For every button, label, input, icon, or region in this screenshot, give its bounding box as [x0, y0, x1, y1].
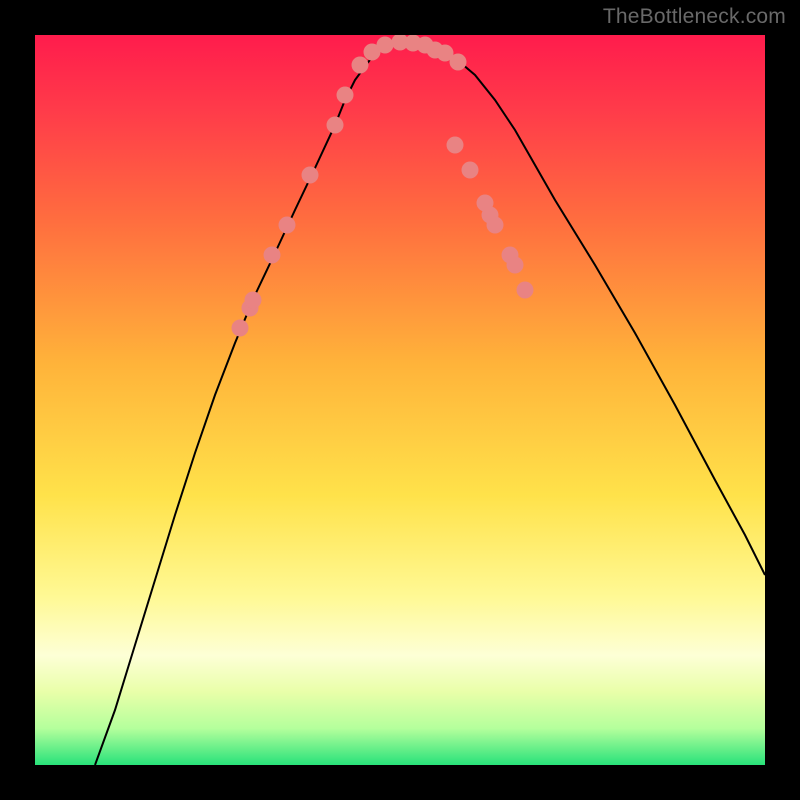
marker-dot — [517, 282, 534, 299]
marker-dot — [377, 37, 394, 54]
marker-dot — [507, 257, 524, 274]
marker-dot — [279, 217, 296, 234]
marker-dot — [245, 292, 262, 309]
bottleneck-curve — [95, 40, 765, 765]
marker-dot — [352, 57, 369, 74]
outer-frame: TheBottleneck.com — [0, 0, 800, 800]
marker-dot — [302, 167, 319, 184]
marker-dot — [487, 217, 504, 234]
marker-dot — [264, 247, 281, 264]
marker-dot — [447, 137, 464, 154]
marker-group — [232, 35, 534, 337]
chart-svg — [35, 35, 765, 765]
marker-dot — [462, 162, 479, 179]
marker-dot — [450, 54, 467, 71]
marker-dot — [337, 87, 354, 104]
plot-area — [35, 35, 765, 765]
marker-dot — [232, 320, 249, 337]
watermark-text: TheBottleneck.com — [603, 5, 786, 29]
marker-dot — [327, 117, 344, 134]
